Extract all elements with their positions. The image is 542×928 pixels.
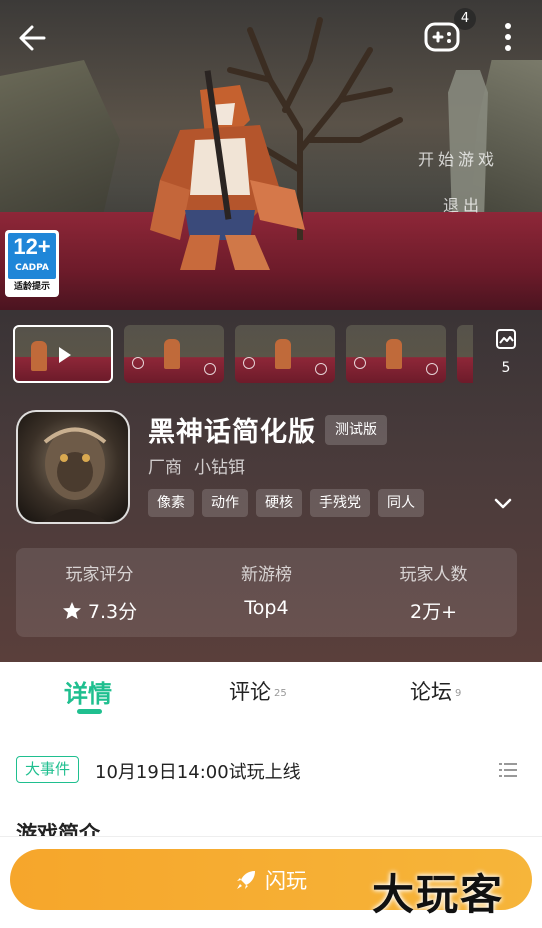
hero-screenshot[interactable]: 开始游戏 退出 4 12+ CADPA 适龄提示 bbox=[0, 0, 542, 310]
thumb-joystick bbox=[132, 357, 144, 369]
stat-player-count[interactable]: 玩家人数 2万+ bbox=[350, 560, 517, 624]
tag-item[interactable]: 动作 bbox=[202, 489, 248, 517]
screenshot-thumbnail[interactable] bbox=[457, 325, 473, 383]
tag-item[interactable]: 手残党 bbox=[310, 489, 370, 517]
list-icon[interactable] bbox=[498, 760, 518, 780]
game-info-panel: 5 黑神话简化版 测试版 厂商小钻铒 像素 动作 硬核 手残党 同人 玩家评分 bbox=[0, 310, 542, 662]
thumb-button bbox=[315, 363, 327, 375]
tab-reviews[interactable]: 评论 25 bbox=[229, 676, 287, 706]
video-thumbnail[interactable] bbox=[13, 325, 113, 383]
beta-badge: 测试版 bbox=[325, 415, 387, 445]
thumb-button bbox=[204, 363, 216, 375]
screenshot-count: 5 bbox=[501, 360, 511, 376]
event-text: 10月19日14:00试玩上线 bbox=[95, 762, 301, 783]
stat-value-row: 7.3分 bbox=[16, 597, 183, 624]
age-rating-badge: 12+ CADPA 适龄提示 bbox=[5, 230, 59, 297]
game-title: 黑神话简化版 bbox=[148, 417, 316, 448]
stat-label: 玩家评分 bbox=[65, 565, 134, 585]
wukong-face-icon bbox=[42, 427, 108, 522]
all-screenshots-button[interactable]: 5 bbox=[486, 328, 526, 384]
media-thumbnail-strip[interactable] bbox=[13, 325, 473, 383]
event-row[interactable]: 大事件 10月19日14:00试玩上线 bbox=[0, 740, 542, 800]
tab-bar: 详情 评论 25 论坛 9 bbox=[0, 662, 542, 722]
hero-exit-text: 退出 bbox=[443, 196, 484, 215]
stat-value: 2万+ bbox=[409, 601, 457, 623]
age-rating-tip: 适龄提示 bbox=[13, 282, 50, 292]
tab-details[interactable]: 详情 bbox=[64, 674, 112, 709]
tab-label: 论坛 bbox=[410, 680, 452, 704]
hero-rock-left bbox=[0, 60, 120, 220]
stat-value: Top4 bbox=[244, 597, 289, 619]
age-rating-number: 12+ bbox=[13, 234, 51, 259]
vendor-line[interactable]: 厂商 小钻铒 bbox=[148, 453, 245, 478]
play-now-label: 闪玩 bbox=[265, 868, 307, 893]
notification-badge: 4 bbox=[454, 8, 476, 30]
tab-indicator bbox=[77, 709, 102, 714]
event-badge: 大事件 bbox=[16, 756, 80, 783]
hero-character bbox=[150, 70, 305, 270]
stat-label: 新游榜 bbox=[241, 565, 292, 585]
tag-item[interactable]: 同人 bbox=[378, 489, 424, 517]
tag-item[interactable]: 像素 bbox=[148, 489, 194, 517]
thumb-character bbox=[164, 339, 180, 369]
tag-item[interactable]: 硬核 bbox=[256, 489, 302, 517]
star-icon bbox=[62, 601, 81, 619]
stat-rating[interactable]: 玩家评分 7.3分 bbox=[16, 560, 183, 624]
chevron-down-icon[interactable] bbox=[490, 490, 516, 516]
thumb-character bbox=[31, 341, 47, 371]
vendor-name[interactable]: 小钻铒 bbox=[194, 458, 245, 478]
thumb-joystick bbox=[243, 357, 255, 369]
tab-count: 9 bbox=[455, 688, 462, 699]
tab-label: 详情 bbox=[64, 680, 112, 708]
screenshot-thumbnail[interactable] bbox=[235, 325, 335, 383]
thumb-character bbox=[386, 339, 402, 369]
tab-forum[interactable]: 论坛 9 bbox=[410, 676, 461, 706]
thumb-button bbox=[426, 363, 438, 375]
screenshot-thumbnail[interactable] bbox=[124, 325, 224, 383]
stat-label: 玩家人数 bbox=[399, 565, 468, 585]
age-rating-org: CADPA bbox=[15, 263, 49, 273]
watermark-logo: 大玩客 bbox=[372, 870, 505, 919]
bottom-action-bar: 闪玩 大玩客 bbox=[0, 836, 542, 928]
thumb-character bbox=[275, 339, 291, 369]
play-icon bbox=[59, 347, 71, 363]
tag-list: 像素 动作 硬核 手残党 同人 bbox=[148, 489, 424, 517]
stats-card: 玩家评分 7.3分 新游榜 Top4 玩家人数 2万+ bbox=[16, 548, 517, 637]
tab-label: 评论 bbox=[229, 680, 271, 704]
tab-count: 25 bbox=[274, 688, 287, 699]
screenshot-thumbnail[interactable] bbox=[346, 325, 446, 383]
image-gallery-icon bbox=[496, 329, 516, 349]
stat-value: 7.3分 bbox=[87, 601, 138, 623]
stat-new-game-rank[interactable]: 新游榜 Top4 bbox=[183, 560, 350, 619]
age-rating-box: 12+ CADPA bbox=[8, 233, 56, 279]
rocket-icon bbox=[237, 870, 255, 889]
vendor-label: 厂商 bbox=[148, 458, 182, 478]
thumb-joystick bbox=[354, 357, 366, 369]
back-arrow-icon[interactable] bbox=[14, 18, 54, 58]
game-icon bbox=[16, 410, 130, 524]
more-vertical-icon[interactable] bbox=[494, 18, 522, 58]
hero-start-text: 开始游戏 bbox=[418, 150, 499, 169]
